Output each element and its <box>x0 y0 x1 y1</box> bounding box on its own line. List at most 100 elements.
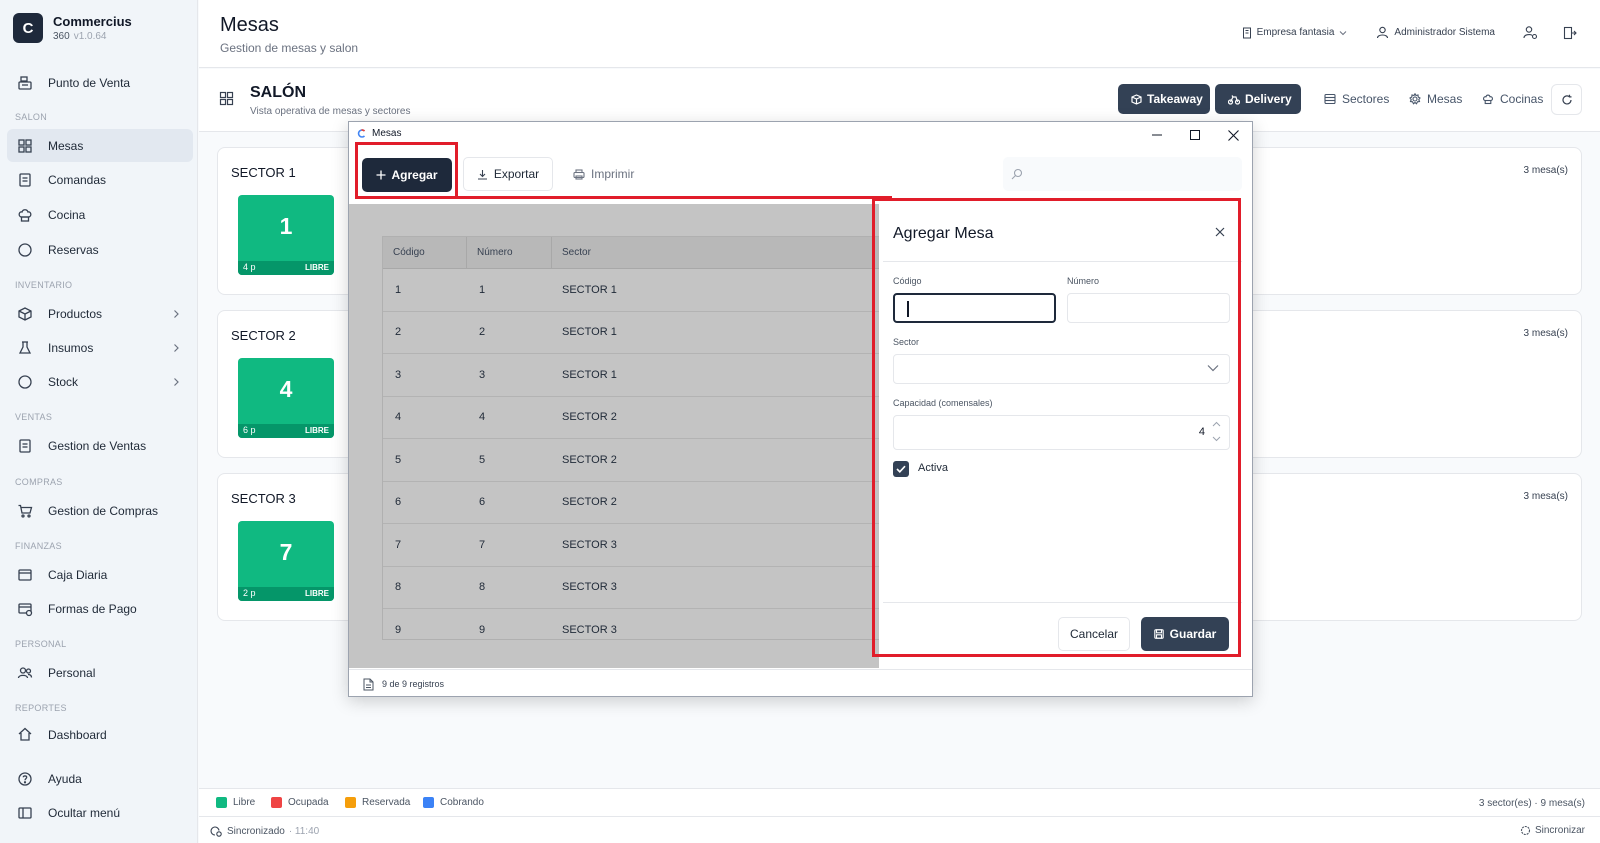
sidebar-item-label: Dashboard <box>48 728 107 742</box>
table-row[interactable]: 6 6 SECTOR 2 <box>383 482 879 524</box>
cocinas-link[interactable]: Cocinas <box>1482 92 1543 106</box>
company-selector[interactable]: Empresa fantasia <box>1242 27 1353 39</box>
sidebar-item-reservas[interactable]: Reservas <box>7 233 193 266</box>
save-button[interactable]: Guardar <box>1141 617 1229 651</box>
takeaway-button[interactable]: Takeaway <box>1118 84 1210 114</box>
table-row[interactable]: 7 7 SECTOR 3 <box>383 524 879 567</box>
table-row[interactable]: 4 4 SECTOR 2 <box>383 397 879 439</box>
sidebar-item-stock[interactable]: Stock <box>7 365 193 398</box>
sidebar-item-label: Productos <box>48 306 103 321</box>
delivery-button[interactable]: Delivery <box>1215 84 1301 114</box>
sidebar-item-gestion-de-ventas[interactable]: Gestion de Ventas <box>7 429 193 462</box>
logout-button[interactable] <box>1563 26 1582 40</box>
table-cell: 2 <box>395 326 402 339</box>
user-menu[interactable]: Administrador Sistema <box>1376 26 1495 39</box>
flask-icon <box>17 340 33 356</box>
sync-button[interactable]: Sincronizar <box>1520 825 1585 836</box>
column-header-sector[interactable]: Sector <box>552 237 879 268</box>
mesas-link[interactable]: Mesas <box>1409 92 1462 106</box>
column-header-codigo[interactable]: Código <box>383 237 467 268</box>
sidebar-item-personal[interactable]: Personal <box>7 656 193 689</box>
mesas-grid: Código Número Sector 1 1 SECTOR 1 2 2 SECTOR … <box>382 236 879 640</box>
legend-label: Reservada <box>362 797 411 808</box>
sidebar-item-gestion-de-compras[interactable]: Gestion de Compras <box>7 494 193 527</box>
export-label: Exportar <box>493 167 540 181</box>
search-input[interactable] <box>1003 157 1242 191</box>
takeaway-label: Takeaway <box>1147 92 1203 106</box>
table-capacity: 2 p <box>243 588 256 598</box>
capacidad-stepper[interactable]: 4 <box>893 415 1230 450</box>
table-tile[interactable]: 4 6 p LIBRE <box>238 358 334 438</box>
grid-icon <box>17 138 33 154</box>
close-window-button[interactable] <box>1220 125 1246 145</box>
user-settings-button[interactable] <box>1523 25 1543 40</box>
table-cell: 5 <box>395 453 402 466</box>
sector-title: SECTOR 3 <box>231 491 296 506</box>
sectores-link[interactable]: Sectores <box>1324 92 1389 106</box>
box-icon <box>17 306 33 322</box>
minimize-button[interactable] <box>1144 125 1170 145</box>
highlight-connector <box>455 196 892 199</box>
page-title: Mesas <box>220 14 279 36</box>
delivery-label: Delivery <box>1245 92 1292 106</box>
window-title: Mesas <box>357 128 401 139</box>
panel-title: Agregar Mesa <box>893 225 994 242</box>
sidebar-item-label: Reservas <box>48 242 99 257</box>
stepper-down-icon[interactable] <box>1212 436 1221 442</box>
sidebar-item-punto-de-venta[interactable]: Punto de Venta <box>7 66 193 99</box>
table-row[interactable]: 9 9 SECTOR 3 <box>383 609 879 639</box>
sidebar-item-productos[interactable]: Productos <box>7 297 193 330</box>
table-tile[interactable]: 1 4 p LIBRE <box>238 195 334 275</box>
hide-menu-button[interactable]: Ocultar menú <box>7 796 193 829</box>
refresh-icon <box>1520 825 1531 836</box>
add-button[interactable]: Agregar <box>362 158 452 192</box>
column-header-numero[interactable]: Número <box>467 237 552 268</box>
table-row[interactable]: 2 2 SECTOR 1 <box>383 312 879 354</box>
home-icon <box>17 726 33 742</box>
sidebar-item-formas-de-pago[interactable]: Formas de Pago <box>7 592 193 625</box>
maximize-button[interactable] <box>1182 125 1208 145</box>
minimize-icon <box>1152 130 1162 140</box>
codigo-field[interactable] <box>893 293 1056 323</box>
grid-footer: 9 de 9 registros <box>349 669 1252 698</box>
sidebar-section-finanzas: FINANZAS <box>15 541 62 551</box>
activa-checkbox[interactable] <box>893 461 909 477</box>
numero-field[interactable] <box>1067 293 1230 323</box>
table-number: 4 <box>279 376 293 402</box>
table-row[interactable]: 8 8 SECTOR 3 <box>383 567 879 609</box>
sidebar-item-comandas[interactable]: Comandas <box>7 163 193 196</box>
package-icon <box>1131 93 1142 105</box>
chevron-right-icon <box>171 377 181 387</box>
sidebar-section-inventario: INVENTARIO <box>15 280 73 290</box>
panel-close-button[interactable] <box>1215 226 1225 240</box>
chevron-down-icon <box>1339 29 1347 37</box>
sync-status: Sincronizado · 11:40 <box>209 825 319 837</box>
sidebar-item-ayuda[interactable]: Ayuda <box>7 762 193 795</box>
table-capacity: 4 p <box>243 262 256 272</box>
export-button[interactable]: Exportar <box>463 157 553 191</box>
sector-count: 3 mesa(s) <box>1523 491 1568 502</box>
sidebar-item-dashboard[interactable]: Dashboard <box>7 720 193 742</box>
chevron-right-icon <box>171 309 181 319</box>
sidebar-item-mesas[interactable]: Mesas <box>7 129 193 162</box>
sector-select[interactable] <box>893 354 1230 384</box>
circle-icon <box>17 374 33 390</box>
cancel-button[interactable]: Cancelar <box>1058 617 1130 651</box>
sidebar-item-insumos[interactable]: Insumos <box>7 331 193 364</box>
sidebar-item-label: Stock <box>48 374 79 389</box>
table-row[interactable]: 1 1 SECTOR 1 <box>383 269 879 312</box>
table-row[interactable]: 3 3 SECTOR 1 <box>383 354 879 397</box>
print-button[interactable]: Imprimir <box>573 157 634 191</box>
wallet-icon <box>17 567 33 583</box>
circle-icon <box>17 242 33 258</box>
chevron-right-icon <box>171 343 181 353</box>
sidebar-item-caja-diaria[interactable]: Caja Diaria <box>7 558 193 591</box>
sidebar-item-cocina[interactable]: Cocina <box>7 198 193 231</box>
credit-card-icon <box>17 601 33 617</box>
salon-subtitle: Vista operativa de mesas y sectores <box>250 106 411 117</box>
refresh-button[interactable] <box>1551 84 1582 115</box>
cocinas-label: Cocinas <box>1500 92 1544 106</box>
table-tile[interactable]: 7 2 p LIBRE <box>238 521 334 601</box>
stepper-up-icon[interactable] <box>1212 421 1221 427</box>
table-row[interactable]: 5 5 SECTOR 2 <box>383 439 879 482</box>
